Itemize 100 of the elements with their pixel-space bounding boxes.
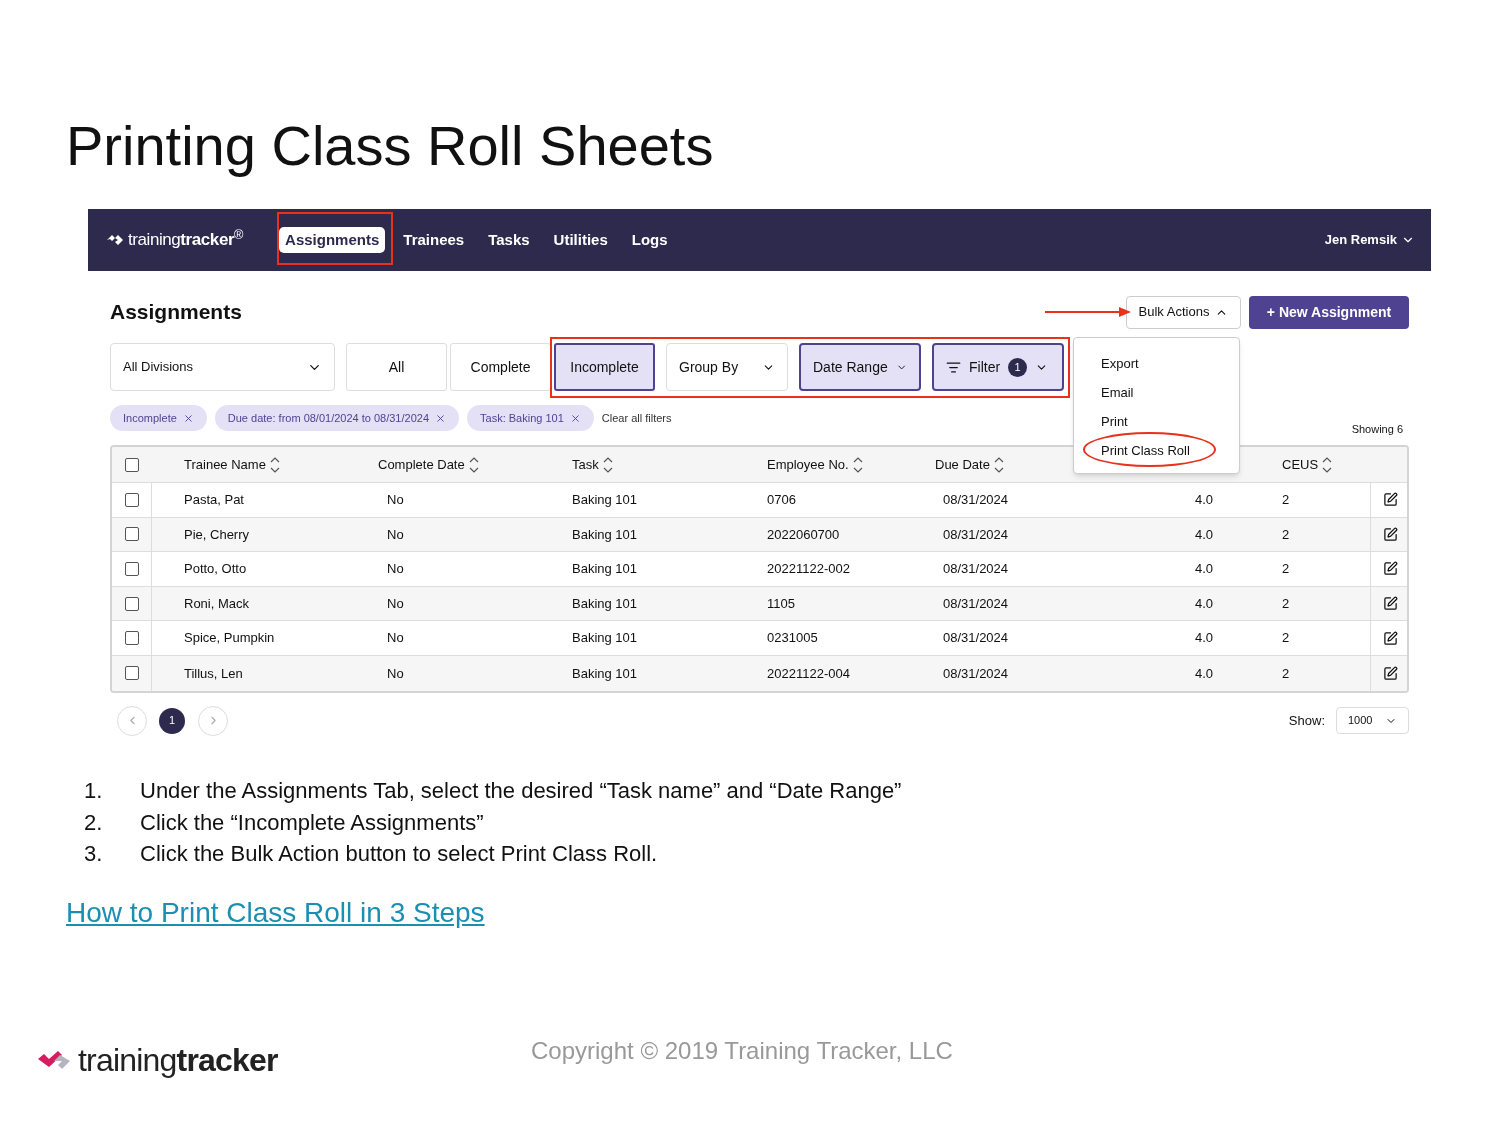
table-cell: 4.0 xyxy=(1195,492,1214,508)
row-checkbox[interactable] xyxy=(125,457,139,472)
table-cell: Tillus, Len xyxy=(184,665,243,681)
status-tab[interactable]: Complete xyxy=(450,343,551,391)
table-cell: 08/31/2024 xyxy=(943,665,1009,681)
row-checkbox[interactable] xyxy=(124,596,139,611)
filter-icon xyxy=(946,359,961,375)
page-button[interactable]: 1 xyxy=(159,707,185,734)
showing-count: Showing 6 xyxy=(1351,421,1403,437)
row-checkbox[interactable] xyxy=(124,562,139,576)
table-cell: 2 xyxy=(1282,630,1290,646)
close-icon xyxy=(435,412,447,424)
step-text: Click the Bulk Action button to select Print Class Roll. xyxy=(140,840,658,868)
nav-tab[interactable]: Assignments xyxy=(279,227,386,253)
table-cell: 08/31/2024 xyxy=(943,595,1009,611)
menu-item[interactable]: Email xyxy=(1101,383,1239,403)
sort-icon[interactable] xyxy=(602,455,613,474)
nav-tab[interactable]: Utilities xyxy=(547,227,614,253)
step-number: 3. xyxy=(84,840,104,868)
table-cell: 08/31/2024 xyxy=(943,630,1009,646)
edit-icon[interactable] xyxy=(1383,492,1398,508)
table-cell: 08/31/2024 xyxy=(943,561,1009,577)
row-checkbox[interactable] xyxy=(124,631,139,646)
bulk-actions-button[interactable]: Bulk Actions xyxy=(1126,295,1241,329)
dropdown-button[interactable]: Group By xyxy=(666,343,788,391)
table-cell: Pie, Cherry xyxy=(184,526,250,542)
nav-tab[interactable]: Trainees xyxy=(397,227,471,253)
status-tab[interactable]: All xyxy=(346,343,447,391)
new-assignment-button[interactable]: + New Assignment xyxy=(1249,295,1409,329)
table-cell: No xyxy=(387,561,404,577)
column-header[interactable]: Task xyxy=(572,454,599,475)
page-size-select[interactable]: 1000 xyxy=(1336,707,1409,735)
row-checkbox[interactable] xyxy=(124,492,139,507)
column-header[interactable]: Due Date xyxy=(935,454,990,475)
table-cell: 2022060700 xyxy=(767,526,840,542)
edit-icon[interactable] xyxy=(1383,561,1398,577)
sort-icon[interactable] xyxy=(993,455,1004,474)
dropdown-button[interactable]: Date Range xyxy=(799,343,921,391)
nav-tab[interactable]: Tasks xyxy=(482,227,536,253)
table-cell: No xyxy=(387,526,404,542)
step-number: 1. xyxy=(84,777,104,805)
table-cell: Baking 101 xyxy=(572,561,638,577)
count-badge: 1 xyxy=(1008,357,1028,377)
close-icon xyxy=(182,412,194,424)
step-number: 2. xyxy=(84,808,104,837)
sort-icon[interactable] xyxy=(269,455,280,474)
table-cell: 1105 xyxy=(767,595,795,611)
copyright-text: Copyright © 2019 Training Tracker, LLC xyxy=(531,1036,953,1066)
slide-title: Printing Class Roll Sheets xyxy=(66,113,714,179)
logo-icon xyxy=(106,234,124,246)
row-checkbox[interactable] xyxy=(124,527,139,542)
show-label: Show: xyxy=(1288,711,1325,730)
table-cell: 0706 xyxy=(767,492,796,508)
table-cell: No xyxy=(387,630,404,646)
edit-icon[interactable] xyxy=(1383,596,1398,612)
column-header[interactable]: Employee No. xyxy=(767,454,849,475)
table-cell: Baking 101 xyxy=(572,526,638,542)
sort-icon[interactable] xyxy=(852,455,863,474)
table-cell: 08/31/2024 xyxy=(943,526,1009,542)
table-cell: 20221122-002 xyxy=(767,561,850,577)
filter-chip[interactable]: Task: Baking 101 xyxy=(467,405,594,431)
table-cell: 4.0 xyxy=(1195,526,1214,542)
division-select[interactable]: All Divisions xyxy=(110,343,335,391)
filter-chip[interactable]: Due date: from 08/01/2024 to 08/31/2024 xyxy=(214,405,460,431)
clear-filters-link[interactable]: Clear all filters xyxy=(601,409,672,427)
sort-icon[interactable] xyxy=(468,455,479,474)
menu-item[interactable]: Print Class Roll xyxy=(1101,441,1239,461)
menu-item[interactable]: Export xyxy=(1101,354,1239,374)
table-cell: Potto, Otto xyxy=(184,561,247,577)
table-cell: 4.0 xyxy=(1195,630,1214,646)
table-cell: 20221122-004 xyxy=(767,665,850,681)
table-cell: Spice, Pumpkin xyxy=(184,630,275,646)
column-header[interactable]: Trainee Name xyxy=(184,454,266,475)
user-menu[interactable]: Jen Remsik xyxy=(1324,230,1415,250)
sort-icon[interactable] xyxy=(1322,455,1333,474)
table-cell: 4.0 xyxy=(1195,665,1214,681)
table-cell: Roni, Mack xyxy=(184,595,250,611)
table-cell: 2 xyxy=(1282,526,1290,542)
logo-icon xyxy=(36,1049,72,1071)
table-cell: 2 xyxy=(1282,561,1290,577)
row-checkbox[interactable] xyxy=(124,666,139,681)
table-cell: 2 xyxy=(1282,492,1290,508)
table-cell: 4.0 xyxy=(1195,595,1214,611)
filter-chip[interactable]: Incomplete xyxy=(110,405,207,431)
column-header[interactable]: CEUS xyxy=(1282,454,1319,475)
table-cell: 0231005 xyxy=(767,630,818,646)
status-tab[interactable]: Incomplete xyxy=(554,343,655,391)
table-cell: Baking 101 xyxy=(572,665,638,681)
edit-icon[interactable] xyxy=(1383,526,1398,542)
menu-item[interactable]: Print xyxy=(1101,412,1239,432)
table-cell: No xyxy=(387,492,404,508)
edit-icon[interactable] xyxy=(1383,630,1398,646)
edit-icon[interactable] xyxy=(1383,665,1398,681)
tutorial-link[interactable]: How to Print Class Roll in 3 Steps xyxy=(66,892,485,934)
page-heading: Assignments xyxy=(110,299,242,326)
column-header[interactable]: Complete Date xyxy=(378,454,465,475)
nav-tab[interactable]: Logs xyxy=(625,227,674,253)
table-cell: No xyxy=(387,665,404,681)
table-cell: 4.0 xyxy=(1195,561,1214,577)
filter-dropdown[interactable]: Filter 1 xyxy=(932,343,1064,391)
